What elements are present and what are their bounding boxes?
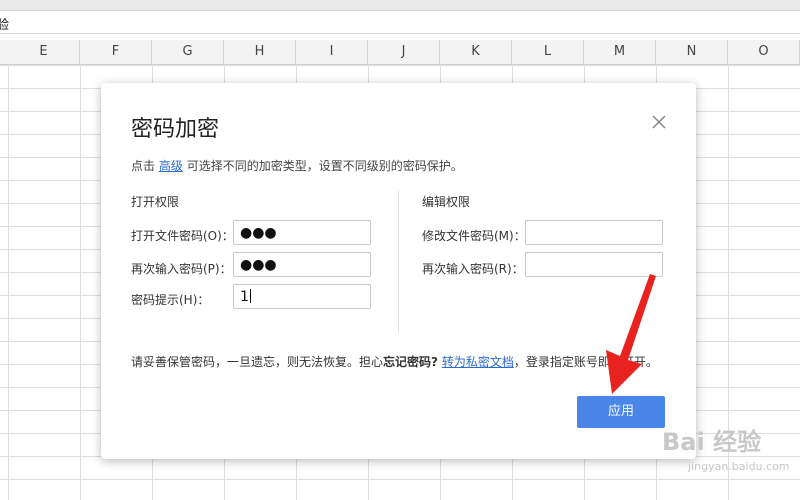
dialog-title: 密码加密: [131, 117, 220, 142]
column-header-g[interactable]: G: [152, 40, 224, 64]
open-confirm-field[interactable]: ●●●: [233, 252, 371, 277]
warning-text: 请妥善保管密码，一旦遗忘，则无法恢复。担心: [131, 355, 384, 369]
formula-bar[interactable]: 验: [0, 11, 800, 34]
column-header-m[interactable]: M: [584, 40, 656, 64]
description-prefix: 点击: [131, 159, 156, 173]
window-top-bar: [0, 0, 800, 11]
open-password-label: 打开文件密码(O)：: [131, 229, 234, 243]
watermark-url: jingyan.baidu.com: [688, 460, 790, 473]
password-hint-value: 1: [240, 289, 249, 305]
advanced-link[interactable]: 高级: [159, 159, 183, 173]
baidu-watermark: Bai 经验 jingyan.baidu.com: [662, 418, 792, 488]
password-hint-field[interactable]: 1: [233, 284, 371, 309]
column-header-row: E F G H I J K L M N O: [0, 40, 800, 65]
open-password-field[interactable]: ●●●: [233, 220, 371, 245]
apply-button[interactable]: 应用: [577, 396, 665, 428]
formula-bar-text: 验: [0, 18, 10, 33]
open-password-value: ●●●: [240, 225, 277, 241]
dialog-description: 点击 高级 可选择不同的加密类型，设置不同级别的密码保护。: [131, 157, 463, 174]
column-header-o[interactable]: O: [728, 40, 800, 64]
column-header-j[interactable]: J: [368, 40, 440, 64]
column-header-h[interactable]: H: [224, 40, 296, 64]
edit-confirm-field[interactable]: [525, 252, 663, 277]
close-icon[interactable]: [650, 113, 668, 131]
watermark-logo-text: Bai 经验: [662, 428, 762, 456]
text-caret: [249, 289, 251, 303]
password-encrypt-dialog: 密码加密 点击 高级 可选择不同的加密类型，设置不同级别的密码保护。 打开权限 …: [101, 83, 696, 459]
column-header-k[interactable]: K: [440, 40, 512, 64]
section-divider: [398, 191, 399, 333]
edit-confirm-label: 再次输入密码(R)：: [422, 262, 524, 276]
convert-private-doc-link[interactable]: 转为私密文档: [442, 355, 514, 369]
password-hint-label: 密码提示(H)：: [131, 293, 210, 307]
edit-password-label: 修改文件密码(M)：: [422, 229, 526, 243]
open-confirm-value: ●●●: [240, 257, 277, 273]
column-header-l[interactable]: L: [512, 40, 584, 64]
edit-password-field[interactable]: [525, 220, 663, 245]
column-header-i[interactable]: I: [296, 40, 368, 64]
column-header-f[interactable]: F: [80, 40, 152, 64]
open-confirm-label: 再次输入密码(P)：: [131, 262, 232, 276]
description-suffix: 可选择不同的加密类型，设置不同级别的密码保护。: [186, 159, 463, 173]
edit-permission-title: 编辑权限: [422, 195, 471, 209]
open-permission-title: 打开权限: [131, 195, 180, 209]
column-header-e[interactable]: E: [8, 40, 80, 64]
forgot-password-text: 忘记密码?: [383, 355, 438, 369]
warning-message: 请妥善保管密码，一旦遗忘，则无法恢复。担心忘记密码? 转为私密文档，登录指定账号…: [131, 353, 658, 370]
warning-text-tail: ，登录指定账号即可打开。: [513, 355, 658, 369]
column-header-n[interactable]: N: [656, 40, 728, 64]
